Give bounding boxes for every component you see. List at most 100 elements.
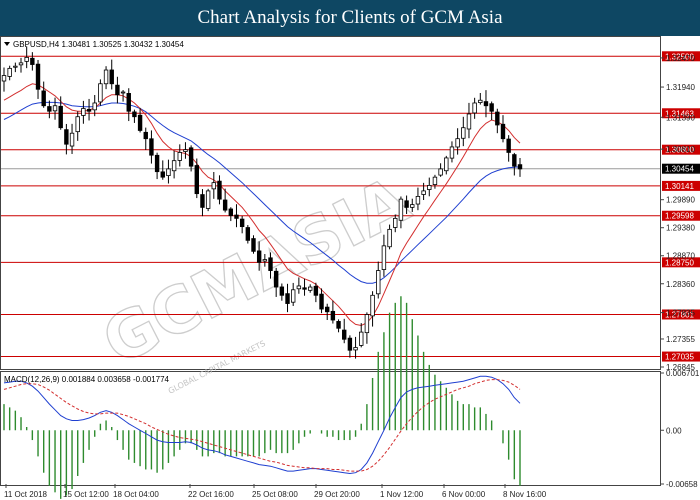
level-label: 1.27035 (665, 353, 694, 362)
candle-body (166, 168, 171, 177)
x-tick-label: 29 Oct 20:00 (314, 490, 360, 499)
candle-body (194, 165, 199, 195)
candle-body (506, 138, 511, 153)
candle-body (30, 57, 35, 65)
x-tick-label: 18 Oct 04:00 (113, 490, 159, 499)
candle-body (495, 111, 500, 126)
candle-body (285, 293, 290, 304)
candle-body (302, 287, 307, 290)
candle-body (472, 102, 477, 114)
candle-body (24, 56, 29, 62)
candle-body (75, 116, 80, 133)
candle-body (279, 286, 285, 296)
candle-body (217, 180, 222, 200)
candle-body (319, 293, 324, 310)
symbol-header: GBPUSD,H4 1.30481 1.30525 1.30432 1.3045… (13, 40, 184, 49)
x-tick-label: 8 Nov 16:00 (503, 490, 547, 499)
candle-body (64, 129, 69, 145)
macd-header: MACD(12,26,9) 0.001884 0.003658 -0.00177… (4, 375, 170, 384)
candle-body (307, 286, 313, 291)
candle-body (149, 138, 154, 156)
candle-body (86, 108, 92, 112)
x-tick-label: 25 Oct 08:00 (252, 490, 298, 499)
y-tick-label: 1.28360 (666, 280, 695, 289)
candle-body (13, 65, 18, 68)
candle-body (69, 132, 75, 147)
candle-body (205, 190, 211, 209)
x-tick-label: 15 Oct 12:00 (63, 490, 109, 499)
candle-body (251, 238, 256, 252)
candle-body (444, 157, 449, 172)
candle-body (290, 289, 296, 303)
y-tick-label: 1.30810 (666, 145, 695, 154)
candle-body (381, 245, 387, 270)
candle-body (489, 103, 494, 112)
current-price-label: 1.30454 (665, 165, 694, 174)
candle-body (393, 217, 398, 228)
candle-body (228, 208, 234, 217)
candle-body (415, 195, 421, 205)
x-tick-label: 1 Nov 12:00 (380, 490, 424, 499)
candle-body (273, 270, 279, 288)
candle-body (222, 199, 228, 211)
candle-body (449, 146, 455, 159)
candle-body (461, 127, 466, 139)
banner-title: Chart Analysis for Clients of GCM Asia (0, 0, 700, 36)
candle-body (330, 310, 336, 321)
candle-body (120, 91, 126, 94)
candle-body (154, 154, 160, 173)
candle-body (387, 228, 392, 248)
candle-body (103, 69, 109, 85)
candle-body (438, 168, 443, 176)
candle-body (234, 214, 239, 219)
candle-body (478, 99, 483, 103)
y-tick-label: 1.29890 (666, 196, 695, 205)
candle-body (183, 149, 188, 152)
candle-body (18, 62, 24, 66)
chart-page: Chart Analysis for Clients of GCM Asia G… (0, 0, 700, 500)
candle-body (517, 164, 523, 170)
candle-body (483, 101, 489, 107)
candle-body (347, 337, 353, 351)
candle-body (1, 75, 7, 82)
candle-body (137, 114, 143, 131)
candle-body (132, 111, 137, 118)
x-tick-label: 22 Oct 16:00 (188, 490, 234, 499)
macd-y-tick-label: 0.00 (666, 426, 682, 435)
candle-body (359, 331, 364, 346)
candle-body (115, 84, 120, 96)
candle-body (171, 160, 177, 172)
candle-body (160, 171, 165, 178)
candle-body (239, 218, 245, 228)
candle-body (325, 306, 330, 313)
candle-body (200, 194, 205, 208)
candle-body (211, 182, 217, 190)
y-tick-label: 1.31940 (666, 83, 695, 92)
candle-body (109, 69, 114, 85)
candle-body (92, 102, 97, 111)
y-tick-label: 1.27835 (666, 309, 695, 318)
candle-body (455, 138, 460, 148)
candle-body (500, 123, 506, 140)
candle-body (58, 105, 63, 129)
candle-body (404, 200, 409, 208)
candle-body (268, 257, 273, 271)
trading-chart: GCMASIA GLOBAL CAPITAL MARKETS 1.325001.… (0, 36, 700, 500)
candle-body (376, 270, 381, 295)
candle-body (466, 113, 472, 130)
macd-y-tick-label: 0.006701 (666, 369, 700, 378)
candle-body (47, 106, 52, 112)
candle-body (296, 285, 302, 290)
candle-body (35, 63, 41, 90)
candle-body (41, 90, 46, 107)
candle-body (512, 154, 517, 167)
candle-body (364, 314, 370, 334)
candle-body (398, 198, 404, 221)
level-label: 1.29598 (665, 212, 694, 221)
y-tick-label: 1.32470 (666, 54, 695, 63)
candle-body (126, 93, 131, 112)
candle-body (177, 152, 182, 161)
candle-body (432, 176, 438, 186)
candle-body (98, 83, 103, 103)
candle-body (353, 347, 358, 351)
